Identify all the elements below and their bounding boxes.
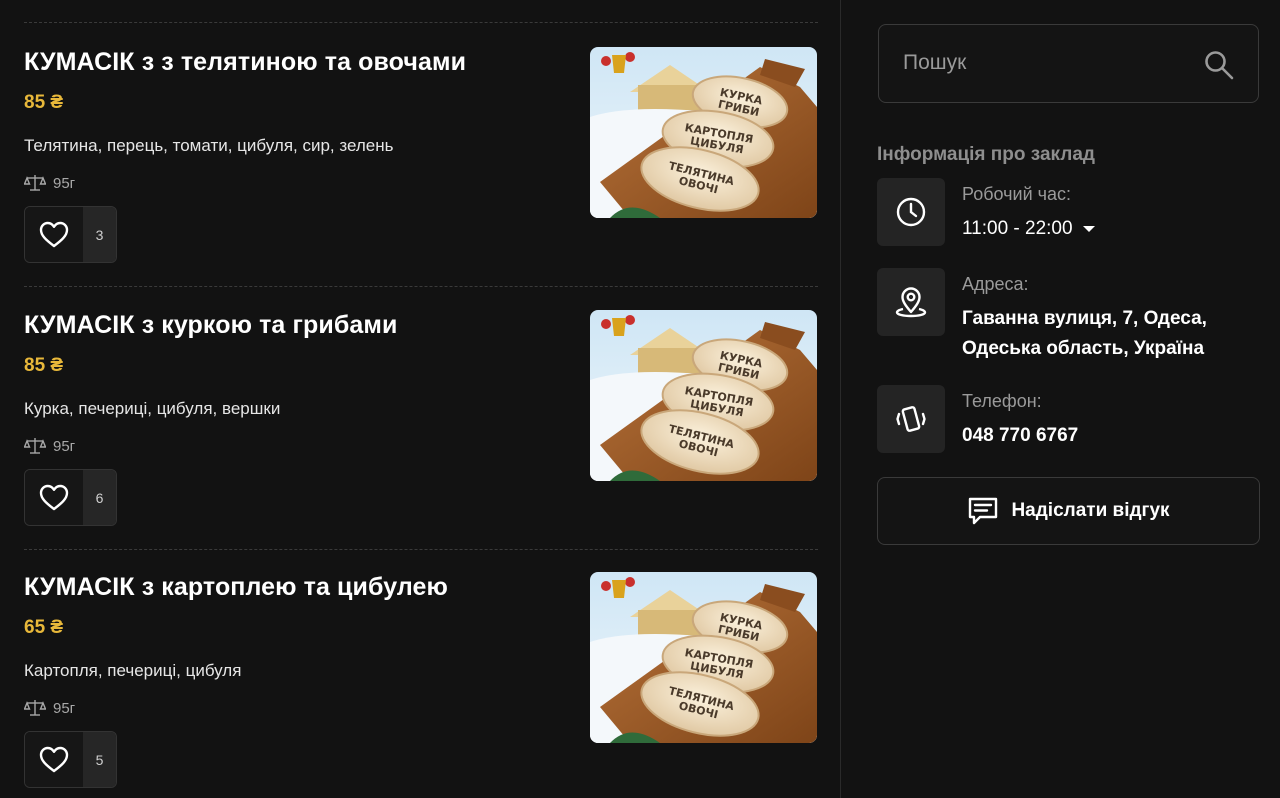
address-icon-box bbox=[877, 268, 945, 336]
send-feedback-label: Надіслати відгук bbox=[1011, 500, 1170, 521]
hours-icon-box bbox=[877, 178, 945, 246]
dumplings-photo[interactable]: КУРКА ГРИБИ КАРТОПЛЯ ЦИБУЛЯ ТЕЛЯТИНА ОВОЧІ bbox=[590, 47, 817, 218]
scale-icon bbox=[24, 438, 46, 454]
address-line-2: Одеська область, Україна bbox=[962, 338, 1205, 359]
like-control: 3 bbox=[24, 206, 117, 263]
like-count: 5 bbox=[83, 732, 116, 787]
menu-item: КУМАСІК з куркою та грибами 85 ₴ Курка, … bbox=[0, 287, 840, 549]
phone-value[interactable]: 048 770 6767 bbox=[962, 421, 1078, 451]
scale-icon bbox=[24, 175, 46, 191]
address-line-1: Гаванна вулиця, 7, Одеса, bbox=[962, 308, 1207, 329]
menu-list: КУМАСІК з з телятиною та овочами 85 ₴ Те… bbox=[0, 0, 840, 798]
item-title[interactable]: КУМАСІК з куркою та грибами bbox=[24, 311, 397, 340]
item-price: 85 ₴ bbox=[24, 355, 64, 376]
search-icon[interactable] bbox=[1203, 49, 1235, 81]
address-value[interactable]: Гаванна вулиця, 7, Одеса, Одеська област… bbox=[962, 304, 1207, 364]
like-count: 3 bbox=[83, 207, 116, 262]
search-box bbox=[878, 24, 1259, 103]
heart-icon bbox=[39, 746, 69, 772]
send-feedback-button[interactable]: Надіслати відгук bbox=[877, 477, 1260, 545]
like-count: 6 bbox=[83, 470, 116, 525]
heart-icon bbox=[39, 221, 69, 247]
hours-dropdown[interactable]: 11:00 - 22:00 bbox=[962, 214, 1095, 244]
menu-item: КУМАСІК з з телятиною та овочами 85 ₴ Те… bbox=[0, 24, 840, 286]
info-section-title: Інформація про заклад bbox=[877, 144, 1095, 165]
dumplings-photo[interactable]: КУРКА ГРИБИ КАРТОПЛЯ ЦИБУЛЯ ТЕЛЯТИНА ОВОЧІ bbox=[590, 310, 817, 481]
like-control: 6 bbox=[24, 469, 117, 526]
hours-value: 11:00 - 22:00 bbox=[962, 218, 1073, 239]
heart-icon bbox=[39, 484, 69, 510]
clock-icon bbox=[896, 197, 926, 227]
item-weight: 95г bbox=[24, 699, 75, 717]
item-description: Телятина, перець, томати, цибуля, сир, з… bbox=[24, 136, 394, 155]
item-description: Картопля, печериці, цибуля bbox=[24, 661, 242, 680]
like-button[interactable] bbox=[25, 732, 83, 787]
item-weight-value: 95г bbox=[53, 437, 76, 455]
phone-label: Телефон: bbox=[962, 391, 1042, 411]
sidebar: Інформація про заклад Робочий час: 11:00… bbox=[841, 0, 1280, 798]
item-weight: 95г bbox=[24, 437, 75, 455]
address-label: Адреса: bbox=[962, 274, 1029, 294]
item-title[interactable]: КУМАСІК з з телятиною та овочами bbox=[24, 48, 466, 77]
item-weight-value: 95г bbox=[53, 174, 76, 192]
phone-vibrate-icon bbox=[896, 406, 926, 432]
like-control: 5 bbox=[24, 731, 117, 788]
map-pin-icon bbox=[895, 287, 927, 318]
phone-icon-box bbox=[877, 385, 945, 453]
divider bbox=[24, 22, 818, 23]
caret-down-icon bbox=[1082, 226, 1095, 232]
item-weight: 95г bbox=[24, 174, 75, 192]
like-button[interactable] bbox=[25, 470, 83, 525]
scale-icon bbox=[24, 700, 46, 716]
hours-label: Робочий час: bbox=[962, 184, 1072, 204]
item-price: 85 ₴ bbox=[24, 92, 64, 113]
item-price: 65 ₴ bbox=[24, 617, 64, 638]
message-icon bbox=[969, 497, 998, 525]
menu-item: КУМАСІК з картоплею та цибулею 65 ₴ Карт… bbox=[0, 549, 840, 798]
item-description: Курка, печериці, цибуля, вершки bbox=[24, 399, 281, 418]
item-weight-value: 95г bbox=[53, 699, 76, 717]
item-title[interactable]: КУМАСІК з картоплею та цибулею bbox=[24, 573, 448, 602]
search-input[interactable] bbox=[903, 51, 1183, 75]
dumplings-photo[interactable]: КУРКА ГРИБИ КАРТОПЛЯ ЦИБУЛЯ ТЕЛЯТИНА ОВОЧІ bbox=[590, 572, 817, 743]
like-button[interactable] bbox=[25, 207, 83, 262]
